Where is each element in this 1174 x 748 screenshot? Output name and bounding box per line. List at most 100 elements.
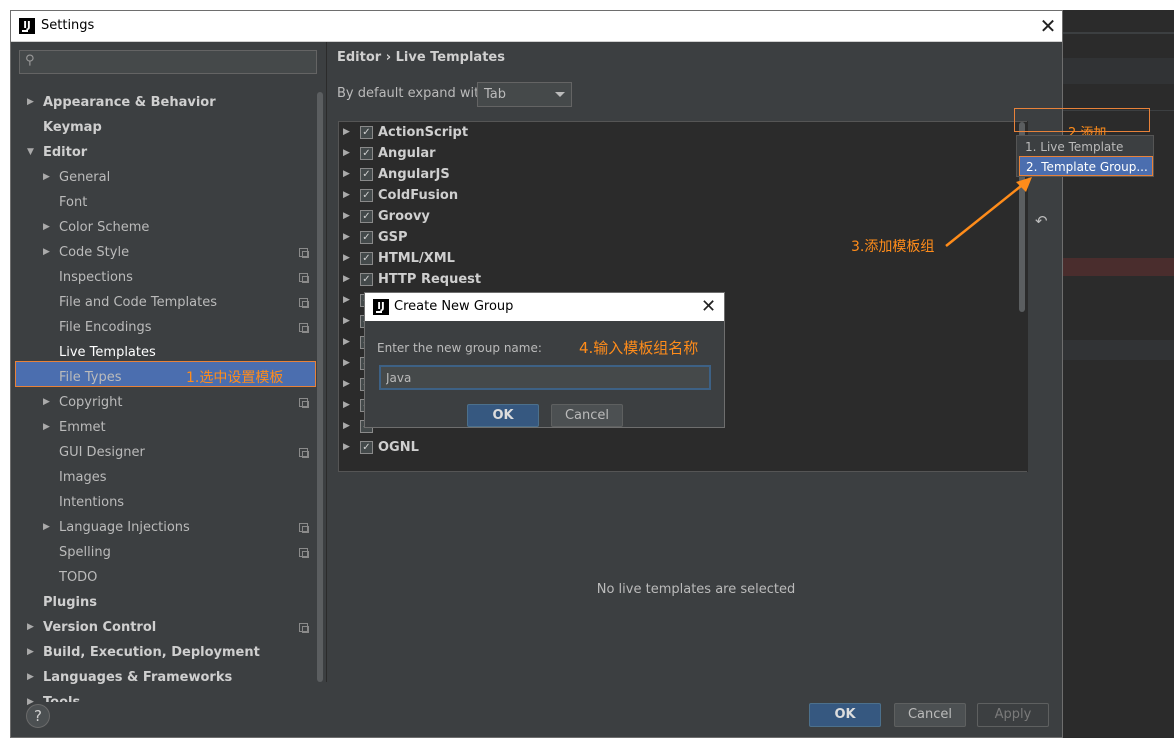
- group-checkbox[interactable]: ✓: [360, 168, 373, 181]
- project-scope-icon: [299, 323, 309, 333]
- sidebar-item[interactable]: General: [59, 165, 110, 190]
- empty-state-text: No live templates are selected: [596, 582, 796, 597]
- chevron-right-icon[interactable]: ▶: [43, 515, 50, 540]
- template-group-label: AngularJS: [378, 167, 450, 182]
- chevron-right-icon[interactable]: ▶: [343, 122, 350, 143]
- chevron-right-icon[interactable]: ▶: [343, 332, 350, 353]
- dialog-cancel-button[interactable]: Cancel: [551, 404, 623, 427]
- expand-with-select[interactable]: Tab: [477, 82, 572, 107]
- template-group-label: OGNL: [378, 440, 419, 455]
- close-icon[interactable]: ✕: [1035, 14, 1061, 38]
- chevron-down-icon[interactable]: ▼: [27, 140, 34, 165]
- sidebar-item[interactable]: GUI Designer: [59, 440, 145, 465]
- group-checkbox[interactable]: ✓: [360, 273, 373, 286]
- template-group-row[interactable]: ▶ ✓ HTTP Request: [339, 269, 1029, 290]
- template-group-label: ColdFusion: [378, 188, 459, 203]
- template-group-row[interactable]: ▶ ✓ ActionScript: [339, 122, 1029, 143]
- sidebar-item[interactable]: File Encodings: [59, 315, 152, 340]
- group-checkbox[interactable]: ✓: [360, 210, 373, 223]
- group-checkbox[interactable]: ✓: [360, 126, 373, 139]
- sidebar-item[interactable]: File Types: [59, 365, 122, 390]
- chevron-right-icon[interactable]: ▶: [343, 269, 350, 290]
- sidebar-item[interactable]: File and Code Templates: [59, 290, 217, 315]
- chevron-right-icon[interactable]: ▶: [43, 215, 50, 240]
- chevron-right-icon[interactable]: ▶: [343, 353, 350, 374]
- sidebar-item[interactable]: Images: [59, 465, 107, 490]
- sidebar-item[interactable]: Appearance & Behavior: [43, 90, 216, 115]
- chevron-right-icon[interactable]: ▶: [343, 143, 350, 164]
- chevron-right-icon[interactable]: ▶: [27, 665, 34, 690]
- chevron-right-icon[interactable]: ▶: [343, 290, 350, 311]
- chevron-right-icon[interactable]: ▶: [343, 206, 350, 227]
- app-logo: IJ: [19, 18, 35, 34]
- chevron-right-icon[interactable]: ▶: [343, 227, 350, 248]
- sidebar-item[interactable]: Languages & Frameworks: [43, 665, 232, 690]
- sidebar-item[interactable]: Code Style: [59, 240, 129, 265]
- search-input[interactable]: [19, 50, 317, 74]
- sidebar-scrollbar[interactable]: [317, 92, 323, 682]
- help-button[interactable]: ?: [26, 704, 50, 728]
- chevron-right-icon[interactable]: ▶: [343, 437, 350, 458]
- settings-sidebar: ⚲ ▶ Appearance & Behavior Keymap ▼ Editor ▶ Ge…: [11, 42, 326, 707]
- project-scope-icon: [299, 548, 309, 558]
- expand-with-value: Tab: [484, 87, 507, 102]
- dialog-title: Create New Group: [394, 299, 514, 314]
- sidebar-item[interactable]: Font: [59, 190, 87, 215]
- chevron-right-icon[interactable]: ▶: [343, 248, 350, 269]
- chevron-right-icon[interactable]: ▶: [43, 240, 50, 265]
- chevron-right-icon[interactable]: ▶: [43, 415, 50, 440]
- sidebar-item[interactable]: Keymap: [43, 115, 102, 140]
- sidebar-item[interactable]: Tools: [43, 690, 80, 702]
- bg-stripe: [1063, 58, 1174, 84]
- group-checkbox[interactable]: ✓: [360, 189, 373, 202]
- annotation-step3: 3.添加模板组: [851, 239, 935, 255]
- sidebar-item[interactable]: Build, Execution, Deployment: [43, 640, 260, 665]
- chevron-right-icon[interactable]: ▶: [343, 185, 350, 206]
- template-group-label: Angular: [378, 146, 436, 161]
- group-checkbox[interactable]: ✓: [360, 147, 373, 160]
- group-name-input[interactable]: [379, 365, 711, 390]
- sidebar-item[interactable]: Editor: [43, 140, 87, 165]
- template-group-row[interactable]: ▶ ✓ Angular: [339, 143, 1029, 164]
- chevron-right-icon[interactable]: ▶: [343, 311, 350, 332]
- menu-item-live-template[interactable]: 1. Live Template: [1019, 137, 1153, 157]
- chevron-right-icon[interactable]: ▶: [27, 90, 34, 115]
- template-group-label: HTML/XML: [378, 251, 455, 266]
- sidebar-item[interactable]: Color Scheme: [59, 215, 149, 240]
- template-group-row[interactable]: ▶ ✓ OGNL: [339, 437, 1029, 458]
- sidebar-item[interactable]: Spelling: [59, 540, 111, 565]
- sidebar-item[interactable]: Live Templates: [59, 340, 156, 365]
- chevron-right-icon[interactable]: ▶: [43, 165, 50, 190]
- group-name-label: Enter the new group name:: [377, 341, 542, 355]
- project-scope-icon: [299, 623, 309, 633]
- chevron-right-icon[interactable]: ▶: [27, 615, 34, 640]
- apply-button[interactable]: Apply: [977, 703, 1049, 727]
- sidebar-item[interactable]: Plugins: [43, 590, 97, 615]
- sidebar-item[interactable]: Inspections: [59, 265, 133, 290]
- project-scope-icon: [299, 398, 309, 408]
- cancel-button[interactable]: Cancel: [894, 703, 966, 727]
- chevron-right-icon[interactable]: ▶: [343, 164, 350, 185]
- sidebar-item[interactable]: Language Injections: [59, 515, 190, 540]
- dialog-ok-button[interactable]: OK: [467, 404, 539, 427]
- sidebar-item[interactable]: Copyright: [59, 390, 123, 415]
- sidebar-item[interactable]: Version Control: [43, 615, 156, 640]
- chevron-right-icon[interactable]: ▶: [27, 640, 34, 665]
- project-scope-icon: [299, 298, 309, 308]
- dialog-close-icon[interactable]: ✕: [701, 296, 716, 317]
- sidebar-item[interactable]: Emmet: [59, 415, 106, 440]
- template-group-row[interactable]: ▶ ✓ Groovy: [339, 206, 1029, 227]
- sidebar-item[interactable]: TODO: [59, 565, 97, 590]
- chevron-right-icon[interactable]: ▶: [43, 390, 50, 415]
- chevron-right-icon[interactable]: ▶: [343, 374, 350, 395]
- template-group-row[interactable]: ▶ ✓ ColdFusion: [339, 185, 1029, 206]
- chevron-right-icon[interactable]: ▶: [343, 395, 350, 416]
- group-checkbox[interactable]: ✓: [360, 252, 373, 265]
- group-checkbox[interactable]: ✓: [360, 231, 373, 244]
- chevron-right-icon[interactable]: ▶: [343, 416, 350, 437]
- group-checkbox[interactable]: ✓: [360, 441, 373, 454]
- ok-button[interactable]: OK: [809, 703, 881, 727]
- annotation-step4: 4.输入模板组名称: [579, 339, 699, 357]
- template-group-row[interactable]: ▶ ✓ AngularJS: [339, 164, 1029, 185]
- sidebar-item[interactable]: Intentions: [59, 490, 124, 515]
